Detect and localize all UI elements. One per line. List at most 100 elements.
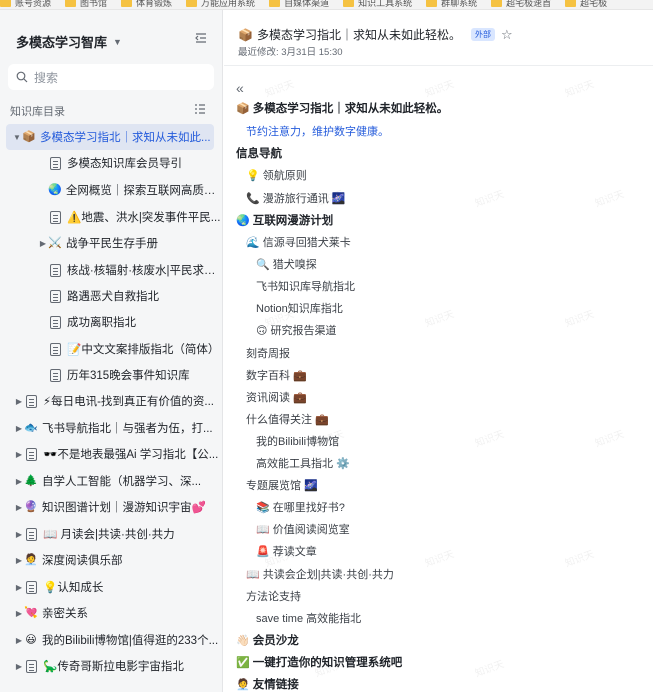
star-icon[interactable]: ☆ [501,27,513,43]
tree-item-label: 核战·核辐射·核废水|平民求生... [66,265,223,277]
chevron-right-icon[interactable]: ▶ [38,239,48,248]
emoji-icon: 💡 [246,169,260,182]
chevron-right-icon[interactable]: ▶ [14,662,24,671]
doc-line[interactable]: 📚 在哪里找好书? [256,499,345,515]
bookmark-item[interactable]: 超宅极 [565,0,607,8]
knowledge-base-switcher[interactable]: 多模态学习智库 ▼ [16,32,122,51]
bookmark-item[interactable]: 万能应用系统 [186,0,255,8]
doc-line-text: 多模态学习指北｜求知从未如此轻松。 [252,103,449,115]
tree-item-label: 飞书导航指北｜与强者为伍，打... [42,423,213,435]
tree-item[interactable]: 路遇恶犬自救指北 [0,283,223,309]
tree-item[interactable]: ▶ 💘 亲密关系 [0,600,223,626]
doc-line[interactable]: 节约注意力，维护数字健康。 [246,123,389,139]
tree-item[interactable]: ▶ ⚡每日电讯-找到真正有价值的资... [0,388,223,414]
doc-line[interactable]: 什么值得关注 💼 [246,411,329,427]
doc-line[interactable]: 资讯阅读 💼 [246,389,307,405]
chevron-right-icon[interactable]: ▶ [14,583,24,592]
emoji-icon: 📚 [256,501,270,514]
emoji-icon: 👋🏻 [236,634,250,647]
chevron-right-icon[interactable]: ▶ [14,609,24,618]
doc-line[interactable]: save time 高效能指北 [256,610,361,626]
chevron-right-icon[interactable]: ▶ [14,503,24,512]
doc-line[interactable]: Notion知识库指北 [256,300,343,316]
bookmark-item[interactable]: 账号资源 [0,0,51,8]
fish-emoji-icon: 🐟 [24,421,38,434]
doc-line-text: 荐读文章 [272,546,317,558]
tree-item[interactable]: ▶ 🔮 知识图谱计划｜漫游知识宇宙💕 [0,494,223,520]
doc-line[interactable]: 🚨 荐读文章 [256,543,317,559]
tree-item-label: 🦕传奇哥斯拉电影宇宙指北 [43,661,184,673]
list-options-icon[interactable] [193,102,207,116]
bookmark-item[interactable]: 图书馆 [65,0,107,8]
tree-item[interactable]: ▶ ⚔️ 战争平民生存手册 [0,230,223,256]
doc-line[interactable]: 我的Bilibili博物馆 [256,433,339,449]
doc-line[interactable]: 💡 领航原则 [246,167,307,183]
bookmark-item[interactable]: 超宅极速首 [491,0,551,8]
doc-line-text: 领航原则 [262,170,307,182]
search-input[interactable]: 搜索 [8,64,214,90]
bookmark-label: 超宅极速首 [506,0,552,8]
crystal-emoji-icon: 🔮 [24,500,38,513]
tree-item[interactable]: ▶ 🌲 自学人工智能（机器学习、深... [0,468,223,494]
chevron-right-icon[interactable]: ▶ [14,477,24,486]
tree-item[interactable]: 核战·核辐射·核废水|平民求生... [0,257,223,283]
doc-line[interactable]: 飞书知识库导航指北 [256,278,355,294]
tree-item[interactable]: ▶ 🦕传奇哥斯拉电影宇宙指北 [0,653,223,679]
collapse-sidebar-icon[interactable] [193,30,209,46]
tree-item[interactable]: ▶ 😃 我的Bilibili博物馆|值得逛的233个... [0,627,223,653]
bookmark-item[interactable]: 群聊系统 [426,0,477,8]
doc-line[interactable]: 📖 共读会企划|共读·共创·共力 [246,566,394,582]
doc-line[interactable]: 数字百科 💼 [246,367,307,383]
bookmark-item[interactable]: 知识工具系统 [343,0,412,8]
doc-line[interactable]: 🙃 研究报告渠道 [256,322,336,338]
bookmark-item[interactable]: 体育锻炼 [121,0,172,8]
chevron-right-icon[interactable]: ▶ [14,397,24,406]
doc-line-text: 价值阅读阅览室 [272,524,350,536]
tree-item[interactable]: ▶ 🐟 飞书导航指北｜与强者为伍，打... [0,415,223,441]
doc-line[interactable]: 🔍 猎犬嗅探 [256,256,317,272]
watermark: 知识天 [263,79,296,100]
document-icon [26,447,37,461]
chevron-right-icon[interactable]: ▶ [14,556,24,565]
doc-line[interactable]: 方法论支持 [246,588,301,604]
tree-item[interactable]: 多模态知识库会员导引 [0,150,223,176]
chevron-right-icon[interactable]: ▶ [14,424,24,433]
doc-line[interactable]: 📖 价值阅读阅览室 [256,521,350,537]
document-icon [26,527,37,541]
tree-item[interactable]: ▶ 💡认知成长 [0,574,223,600]
chevron-right-icon[interactable]: ▶ [14,530,24,539]
watermark: 知识天 [423,79,456,100]
person-emoji-icon: 🧑‍💼 [24,553,38,566]
folder-icon [426,0,438,7]
tree-item[interactable]: ▼ 📦 多模态学习指北｜求知从未如此... [6,124,214,150]
doc-title[interactable]: 多模态学习指北｜求知从未如此轻松。 [257,26,461,43]
tree-item[interactable]: ▶ 📖 月读会|共读·共创·共力 [0,521,223,547]
tree-item-label: 路遇恶犬自救指北 [67,291,159,303]
collapse-outline-icon[interactable]: « [236,80,244,96]
document-pane: 📦 多模态学习指北｜求知从未如此轻松。 外部 ☆ 最近修改: 3月31日 15:… [224,10,653,692]
tree-item[interactable]: 成功离职指北 [0,309,223,335]
tree-item[interactable]: ⚠️地震、洪水|突发事件平民... [0,204,223,230]
doc-line-text: 信源寻回猎犬莱卡 [262,237,351,249]
chevron-right-icon[interactable]: ▶ [14,636,24,645]
emoji-icon: 🙃 [256,324,268,337]
doc-line[interactable]: 专题展览馆 🌌 [246,477,318,493]
tree-item[interactable]: ▶ 🕶️不是地表最强Ai 学习指北【公... [0,441,223,467]
bookmark-label: 群聊系统 [441,0,478,8]
watermark: 知识天 [473,659,506,680]
doc-line[interactable]: 高效能工具指北 ⚙️ [256,455,350,471]
chevron-right-icon[interactable]: ▶ [14,450,24,459]
tree-item[interactable]: 历年315晚会事件知识库 [0,362,223,388]
doc-line[interactable]: 📞 漫游旅行通讯 🌌 [246,190,345,206]
emoji-icon: 💼 [293,369,307,382]
tree-item[interactable]: 📝中文文案排版指北（简体） [0,336,223,362]
watermark: 知识天 [473,429,506,450]
bookmark-item[interactable]: 自媒体渠道 [269,0,329,8]
tree-item[interactable]: 🌏 全网概览｜探索互联网高质量... [0,177,223,203]
doc-line[interactable]: 🌊 信源寻回猎犬莱卡 [246,234,351,250]
emoji-icon: 📦 [236,102,250,115]
tree-item[interactable]: ▶ 🧑‍💼 深度阅读俱乐部 [0,547,223,573]
doc-link[interactable]: 节约注意力，维护数字健康。 [246,123,389,139]
chevron-down-icon[interactable]: ▼ [12,133,22,142]
doc-line[interactable]: 刻奇周报 [246,345,290,361]
